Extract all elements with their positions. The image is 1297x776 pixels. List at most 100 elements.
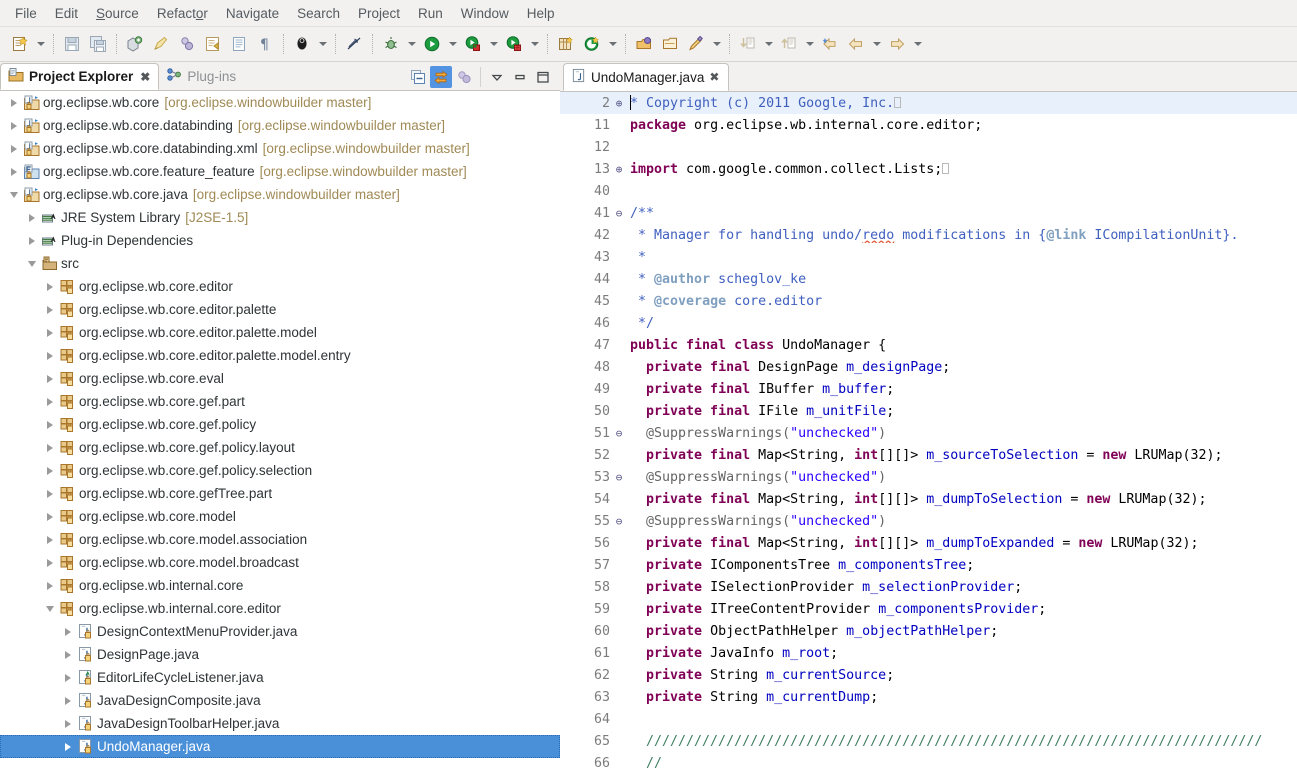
forward-dropdown[interactable] — [910, 31, 925, 57]
coverage-dropdown[interactable] — [527, 31, 542, 57]
code-line[interactable]: 11 package org.eclipse.wb.internal.core.e… — [560, 114, 1297, 136]
tree-row[interactable]: org.eclipse.wb.core.editor.palette.model… — [0, 344, 560, 367]
menu-edit[interactable]: Edit — [46, 3, 87, 24]
next-annotation-icon[interactable] — [735, 31, 761, 57]
open-perspective-icon[interactable] — [579, 31, 605, 57]
tree-row[interactable]: EditorLifeCycleListener.java — [0, 666, 560, 689]
last-edit-location-icon[interactable] — [817, 31, 843, 57]
expand-triangle-icon[interactable] — [42, 551, 58, 574]
menu-refactor[interactable]: Refactor — [148, 3, 217, 24]
fold-collapse-icon[interactable]: ⊖ — [612, 207, 626, 220]
code-line[interactable]: 63 private String m_currentDump; — [560, 686, 1297, 708]
open-resource-icon[interactable] — [657, 31, 683, 57]
tree-row[interactable]: org.eclipse.wb.core.feature_feature [org.… — [0, 160, 560, 183]
link-with-editor-icon[interactable] — [430, 65, 452, 88]
expand-triangle-icon[interactable] — [42, 436, 58, 459]
run-external-dropdown[interactable] — [486, 31, 501, 57]
collapse-all-icon[interactable] — [407, 66, 429, 88]
open-type-icon[interactable] — [631, 31, 657, 57]
tab-plugins[interactable]: Plug-ins — [159, 63, 244, 90]
new-window-icon[interactable] — [553, 31, 579, 57]
tree-row[interactable]: DesignContextMenuProvider.java — [0, 620, 560, 643]
tree-row[interactable]: JavaDesignToolbarHelper.java — [0, 712, 560, 735]
code-line[interactable]: 44 * @author scheglov_ke — [560, 268, 1297, 290]
menu-run[interactable]: Run — [409, 3, 452, 24]
java-editor-icon[interactable] — [148, 31, 174, 57]
fold-expand-icon[interactable]: ⊕ — [612, 97, 626, 110]
expand-triangle-icon[interactable] — [6, 137, 22, 160]
tree-row[interactable]: org.eclipse.wb.internal.core.editor — [0, 597, 560, 620]
code-line[interactable]: 66 // — [560, 752, 1297, 774]
menu-project[interactable]: Project — [349, 3, 409, 24]
tree-row[interactable]: org.eclipse.wb.core.eval — [0, 367, 560, 390]
debug-icon[interactable] — [378, 31, 404, 57]
tree-row[interactable]: org.eclipse.wb.core.model.association — [0, 528, 560, 551]
debug-dropdown[interactable] — [404, 31, 419, 57]
run-dropdown[interactable] — [445, 31, 460, 57]
expand-triangle-icon[interactable] — [42, 413, 58, 436]
code-line[interactable]: 41 ⊖ /** — [560, 202, 1297, 224]
tree-row[interactable]: src — [0, 252, 560, 275]
code-line[interactable]: 59 private ITreeContentProvider m_compon… — [560, 598, 1297, 620]
expand-triangle-icon[interactable] — [24, 229, 40, 252]
quick-fix-icon[interactable] — [683, 31, 709, 57]
search-icon[interactable] — [174, 31, 200, 57]
code-line[interactable]: 64 — [560, 708, 1297, 730]
code-line[interactable]: 46 */ — [560, 312, 1297, 334]
code-line[interactable]: 56 private final Map<String, int[][]> m_… — [560, 532, 1297, 554]
tab-undomanager-java[interactable]: UndoManager.java ✖ — [563, 63, 730, 91]
expand-triangle-icon[interactable] — [42, 275, 58, 298]
expand-triangle-icon[interactable] — [60, 712, 76, 735]
folded-region-marker[interactable] — [942, 162, 950, 174]
tree-row[interactable]: Plug-in Dependencies — [0, 229, 560, 252]
expand-triangle-icon[interactable] — [42, 298, 58, 321]
tree-row[interactable]: org.eclipse.wb.core.editor.palette — [0, 298, 560, 321]
code-line[interactable]: 2 ⊕ * Copyright (c) 2011 Google, Inc. — [560, 92, 1297, 114]
folded-region-marker[interactable] — [894, 97, 902, 108]
expand-triangle-icon[interactable] — [60, 735, 76, 758]
tree-row[interactable]: org.eclipse.wb.core.gef.policy.selection — [0, 459, 560, 482]
expand-triangle-icon[interactable] — [42, 459, 58, 482]
code-line[interactable]: 47 public final class UndoManager { — [560, 334, 1297, 356]
skip-breakpoints-icon[interactable] — [289, 31, 315, 57]
tree-row[interactable]: org.eclipse.wb.core.editor — [0, 275, 560, 298]
tree-row[interactable]: org.eclipse.wb.core.gefTree.part — [0, 482, 560, 505]
code-editor[interactable]: 2 ⊕ * Copyright (c) 2011 Google, Inc. 11 pac… — [560, 91, 1297, 776]
tree-row[interactable]: org.eclipse.wb.core.databinding [org.ecli… — [0, 114, 560, 137]
code-line[interactable]: 57 private IComponentsTree m_componentsT… — [560, 554, 1297, 576]
save-icon[interactable] — [59, 31, 85, 57]
code-line[interactable]: 40 — [560, 180, 1297, 202]
expand-triangle-icon[interactable] — [42, 574, 58, 597]
code-line[interactable]: 54 private final Map<String, int[][]> m_… — [560, 488, 1297, 510]
menu-source[interactable]: Source — [87, 3, 148, 24]
expand-triangle-icon[interactable] — [60, 643, 76, 666]
menu-help[interactable]: Help — [518, 3, 564, 24]
tree-row[interactable]: org.eclipse.wb.core.editor.palette.model — [0, 321, 560, 344]
back-dropdown[interactable] — [869, 31, 884, 57]
code-line[interactable]: 49 private final IBuffer m_buffer; — [560, 378, 1297, 400]
tree-row[interactable]: org.eclipse.wb.core.databinding.xml [org.… — [0, 137, 560, 160]
toggle-annotations-icon[interactable] — [341, 31, 367, 57]
code-line[interactable]: 48 private final DesignPage m_designPage… — [560, 356, 1297, 378]
code-line[interactable]: 62 private String m_currentSource; — [560, 664, 1297, 686]
new-wizard-dropdown[interactable] — [33, 31, 48, 57]
maximize-icon[interactable] — [532, 66, 554, 88]
minimize-icon[interactable] — [509, 66, 531, 88]
code-line[interactable]: 42 * Manager for handling undo/redo modi… — [560, 224, 1297, 246]
code-line[interactable]: 60 private ObjectPathHelper m_objectPath… — [560, 620, 1297, 642]
fold-collapse-icon[interactable]: ⊖ — [612, 427, 626, 440]
run-external-tools-icon[interactable] — [460, 31, 486, 57]
code-line[interactable]: 55 ⊖ @SuppressWarnings("unchecked") — [560, 510, 1297, 532]
open-task-icon[interactable] — [200, 31, 226, 57]
expand-triangle-icon[interactable] — [60, 689, 76, 712]
next-annotation-dropdown[interactable] — [761, 31, 776, 57]
coverage-icon[interactable] — [501, 31, 527, 57]
expand-triangle-icon[interactable] — [42, 344, 58, 367]
code-line[interactable]: 53 ⊖ @SuppressWarnings("unchecked") — [560, 466, 1297, 488]
tree-row[interactable]: org.eclipse.wb.core.gef.policy — [0, 413, 560, 436]
new-java-package-icon[interactable] — [122, 31, 148, 57]
expand-triangle-icon[interactable] — [60, 666, 76, 689]
expand-triangle-icon[interactable] — [6, 160, 22, 183]
fold-collapse-icon[interactable]: ⊖ — [612, 471, 626, 484]
expand-triangle-icon[interactable] — [24, 206, 40, 229]
